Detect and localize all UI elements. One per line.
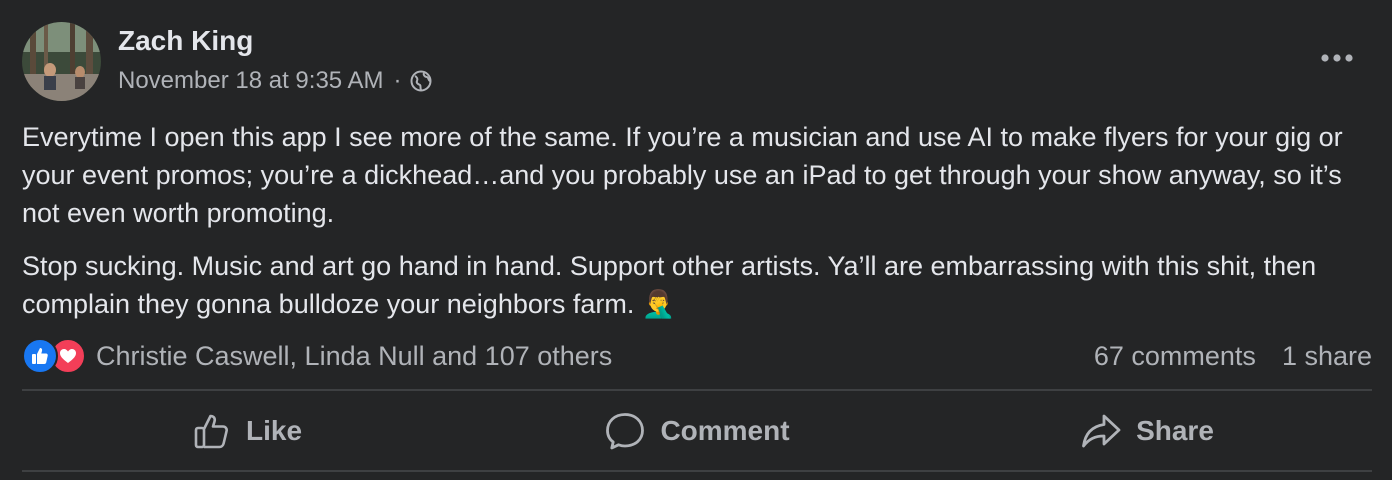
- author-name[interactable]: Zach King: [118, 24, 253, 58]
- shares-count[interactable]: 1 share: [1282, 341, 1372, 372]
- share-button[interactable]: Share: [922, 393, 1372, 469]
- action-bar: Like Comment Share: [22, 393, 1372, 469]
- more-horizontal-icon: [1321, 54, 1353, 62]
- like-reaction-icon: [22, 338, 58, 374]
- engagement-counts: 67 comments 1 share: [1094, 336, 1372, 376]
- reaction-names[interactable]: Christie Caswell, Linda Null and 107 oth…: [96, 341, 612, 372]
- comment-icon: [606, 413, 645, 450]
- post-paragraph: Everytime I open this app I see more of …: [22, 122, 1343, 228]
- reactions-summary[interactable]: Christie Caswell, Linda Null and 107 oth…: [22, 336, 612, 376]
- comment-label: Comment: [660, 415, 790, 446]
- reaction-icons: [22, 338, 86, 374]
- post-meta: November 18 at 9:35 AM ·: [118, 64, 433, 98]
- post-body: Everytime I open this app I see more of …: [22, 118, 1382, 323]
- avatar-image: [22, 22, 101, 101]
- comments-count[interactable]: 67 comments: [1094, 341, 1256, 372]
- like-label: Like: [245, 415, 303, 446]
- meta-separator: ·: [393, 67, 402, 94]
- comment-button[interactable]: Comment: [472, 393, 922, 469]
- post-timestamp[interactable]: November 18 at 9:35 AM: [118, 67, 383, 95]
- thumbs-up-icon: [194, 414, 228, 449]
- globe-icon[interactable]: [409, 69, 433, 93]
- share-arrow-icon: [1082, 414, 1121, 448]
- share-label: Share: [1136, 415, 1214, 446]
- post-paragraph: Stop sucking. Music and art go hand in h…: [22, 251, 1317, 319]
- divider: [22, 470, 1372, 472]
- like-button[interactable]: Like: [22, 393, 472, 469]
- divider: [22, 389, 1372, 391]
- avatar[interactable]: [22, 22, 101, 101]
- more-options-button[interactable]: [1312, 40, 1362, 76]
